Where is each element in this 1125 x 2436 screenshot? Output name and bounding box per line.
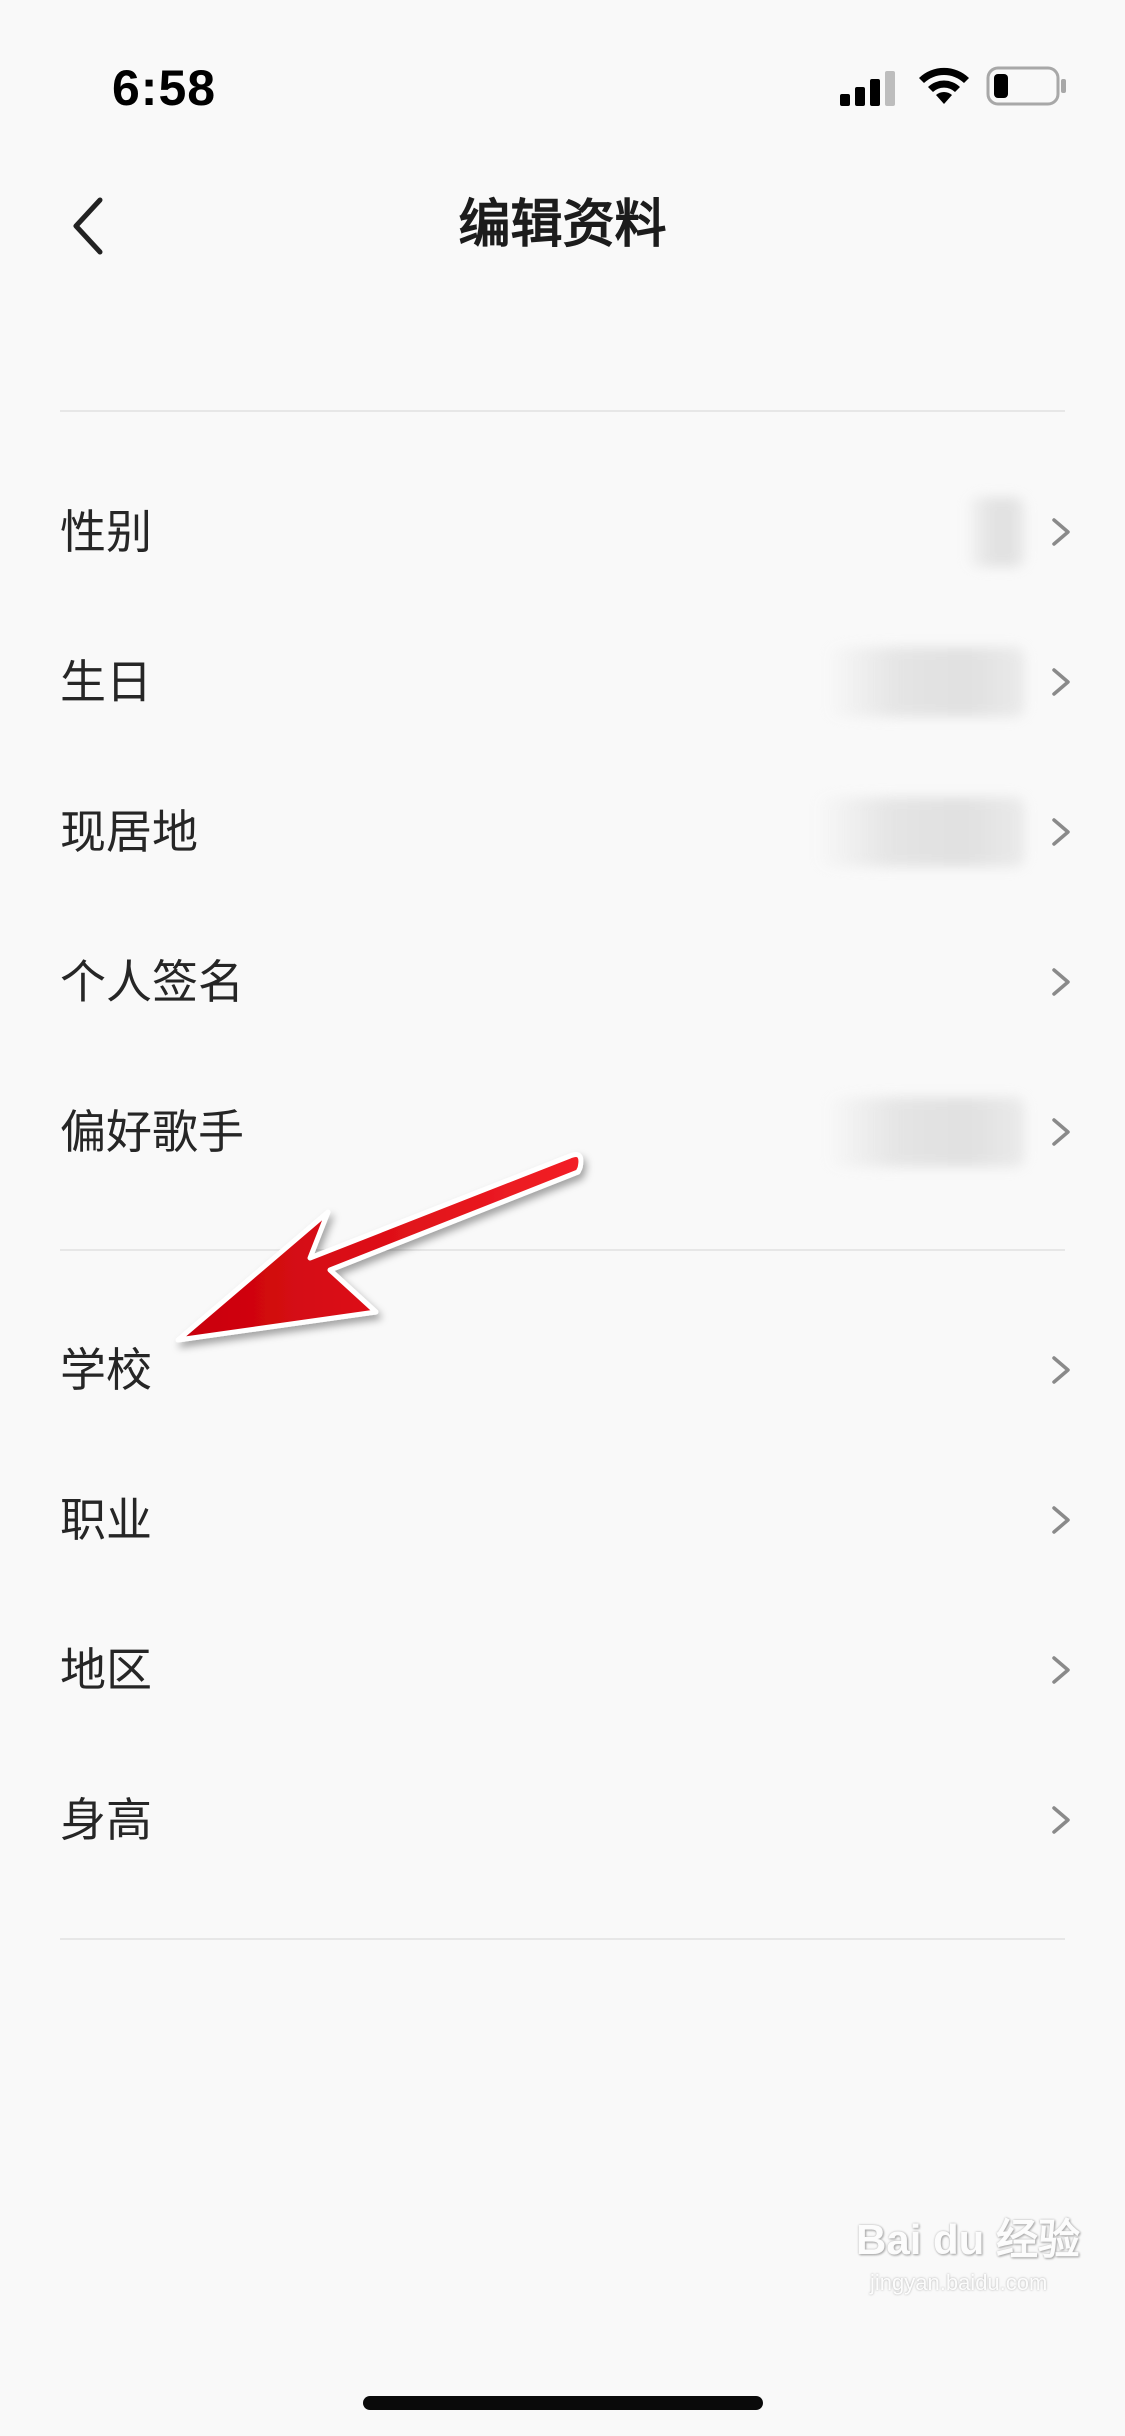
status-time: 6:58 [112,60,217,116]
row-value-blurred [815,797,1025,867]
chevron-right-icon [1052,518,1070,546]
home-indicator[interactable] [363,2396,763,2410]
chevron-right-icon [1052,1356,1070,1384]
row-value-blurred [825,1097,1025,1167]
page-title: 编辑资料 [458,195,667,255]
section-divider-top [60,410,1065,412]
row-label: 现居地 [60,805,198,859]
row-label: 个人签名 [60,955,244,1009]
red-arrow-annotation [175,1152,584,1343]
chevron-right-icon [1052,1506,1070,1534]
baidu-watermark-url: jingyan.baidu.com [870,2270,1048,2295]
row-signature[interactable]: 个人签名 [0,907,1125,1057]
wifi-icon [919,67,969,104]
row-label: 性别 [60,505,152,559]
row-value-blurred [825,647,1025,717]
chevron-right-icon [1052,968,1070,996]
chevron-right-icon [1052,1656,1070,1684]
row-occupation[interactable]: 职业 [0,1445,1125,1595]
row-region[interactable]: 地区 [0,1595,1125,1745]
row-label: 学校 [60,1343,152,1397]
chevron-right-icon [1052,668,1070,696]
row-gender[interactable]: 性别 [0,457,1125,607]
row-height[interactable]: 身高 [0,1745,1125,1895]
baidu-watermark: Bai du 经验 [856,2216,1081,2263]
row-label: 身高 [60,1793,152,1847]
row-birthday[interactable]: 生日 [0,607,1125,757]
row-residence[interactable]: 现居地 [0,757,1125,907]
chevron-right-icon [1052,818,1070,846]
signal-icon [840,71,895,106]
chevron-right-icon [1052,1806,1070,1834]
row-label: 地区 [60,1643,152,1697]
battery-icon [986,66,1066,106]
section-divider-bottom [60,1938,1065,1940]
back-button[interactable] [48,186,128,266]
chevron-right-icon [1052,1118,1070,1146]
row-label: 生日 [60,655,152,709]
status-bar: 6:58 [0,0,1125,140]
nav-bar: 编辑资料 [0,170,1125,280]
row-label: 职业 [60,1493,152,1547]
chevron-left-icon [73,197,103,255]
row-value-blurred [965,497,1025,567]
